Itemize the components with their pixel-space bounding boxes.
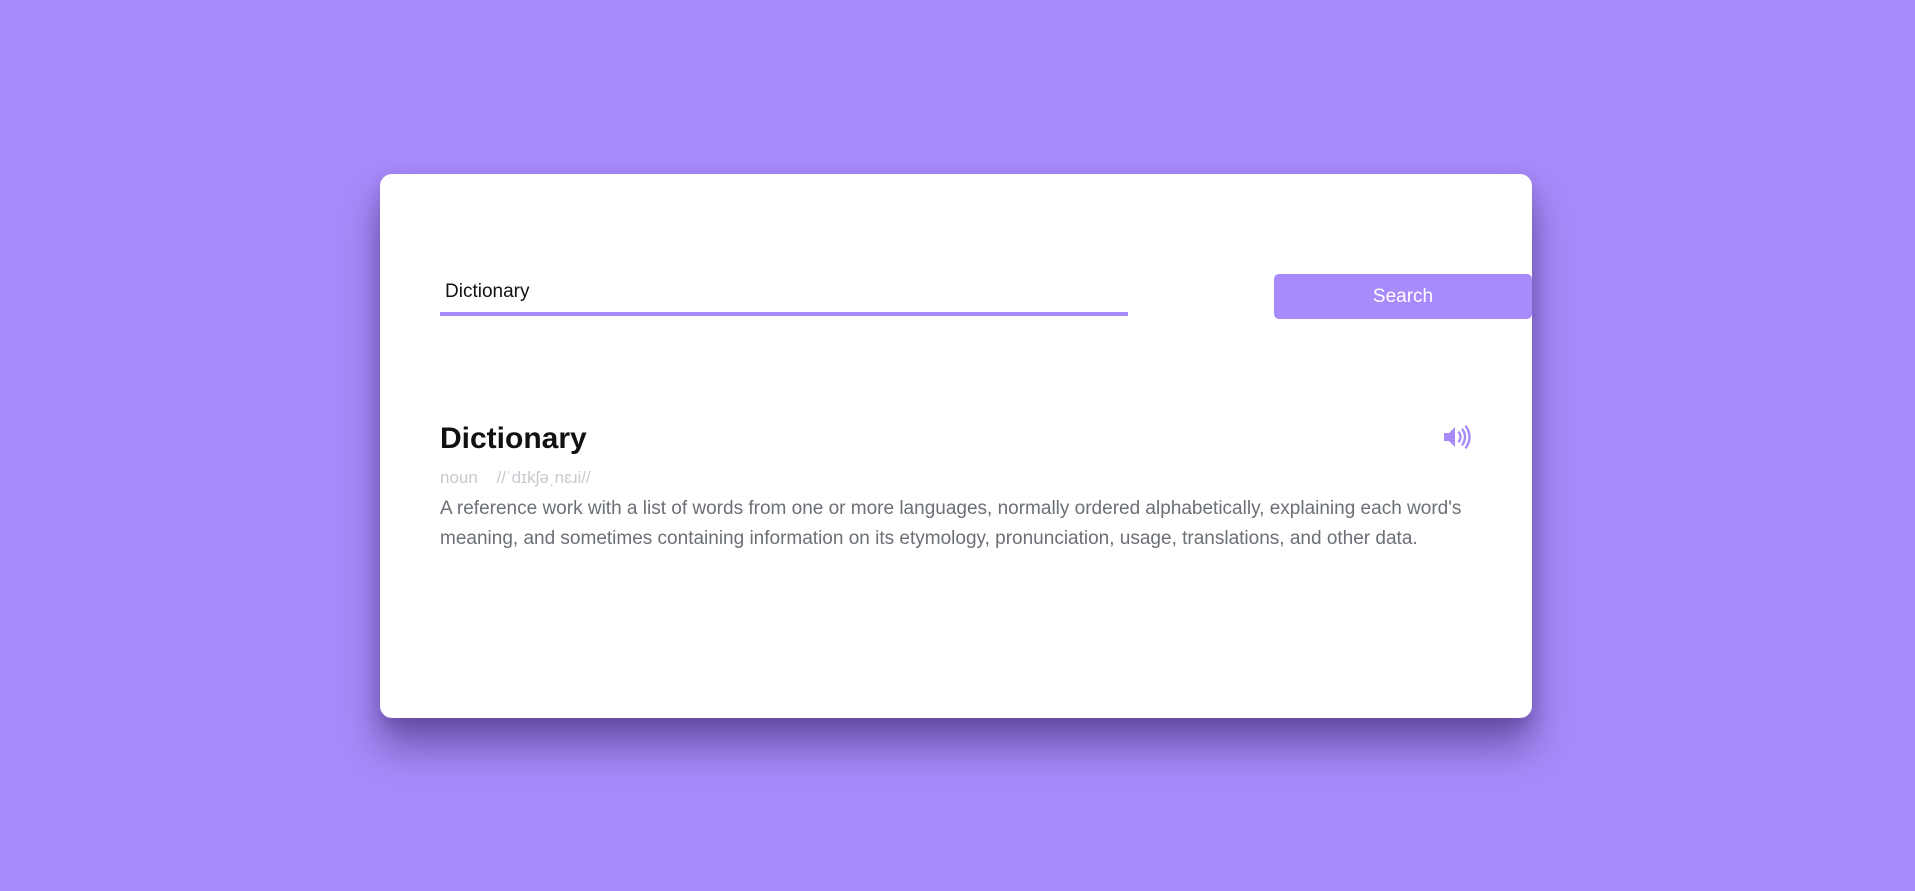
phonetic-text: //ˈdɪkʃəˌnɛɹi// bbox=[496, 468, 591, 487]
search-bar: Search bbox=[440, 274, 1532, 320]
word-result: Dictionary noun //ˈdɪkʃəˌnɛɹi// A refere… bbox=[440, 420, 1472, 573]
speaker-volume-icon[interactable] bbox=[1442, 424, 1472, 450]
part-of-speech: noun bbox=[440, 468, 478, 487]
word-details: noun //ˈdɪkʃəˌnɛɹi// bbox=[440, 468, 1472, 488]
search-input[interactable] bbox=[440, 274, 1128, 316]
dictionary-card: Search Dictionary noun //ˈdɪkʃəˌnɛɹi// A… bbox=[380, 174, 1532, 718]
search-button[interactable]: Search bbox=[1274, 274, 1532, 319]
word-title: Dictionary bbox=[440, 422, 587, 455]
definition-text: A reference work with a list of words fr… bbox=[440, 498, 1462, 549]
